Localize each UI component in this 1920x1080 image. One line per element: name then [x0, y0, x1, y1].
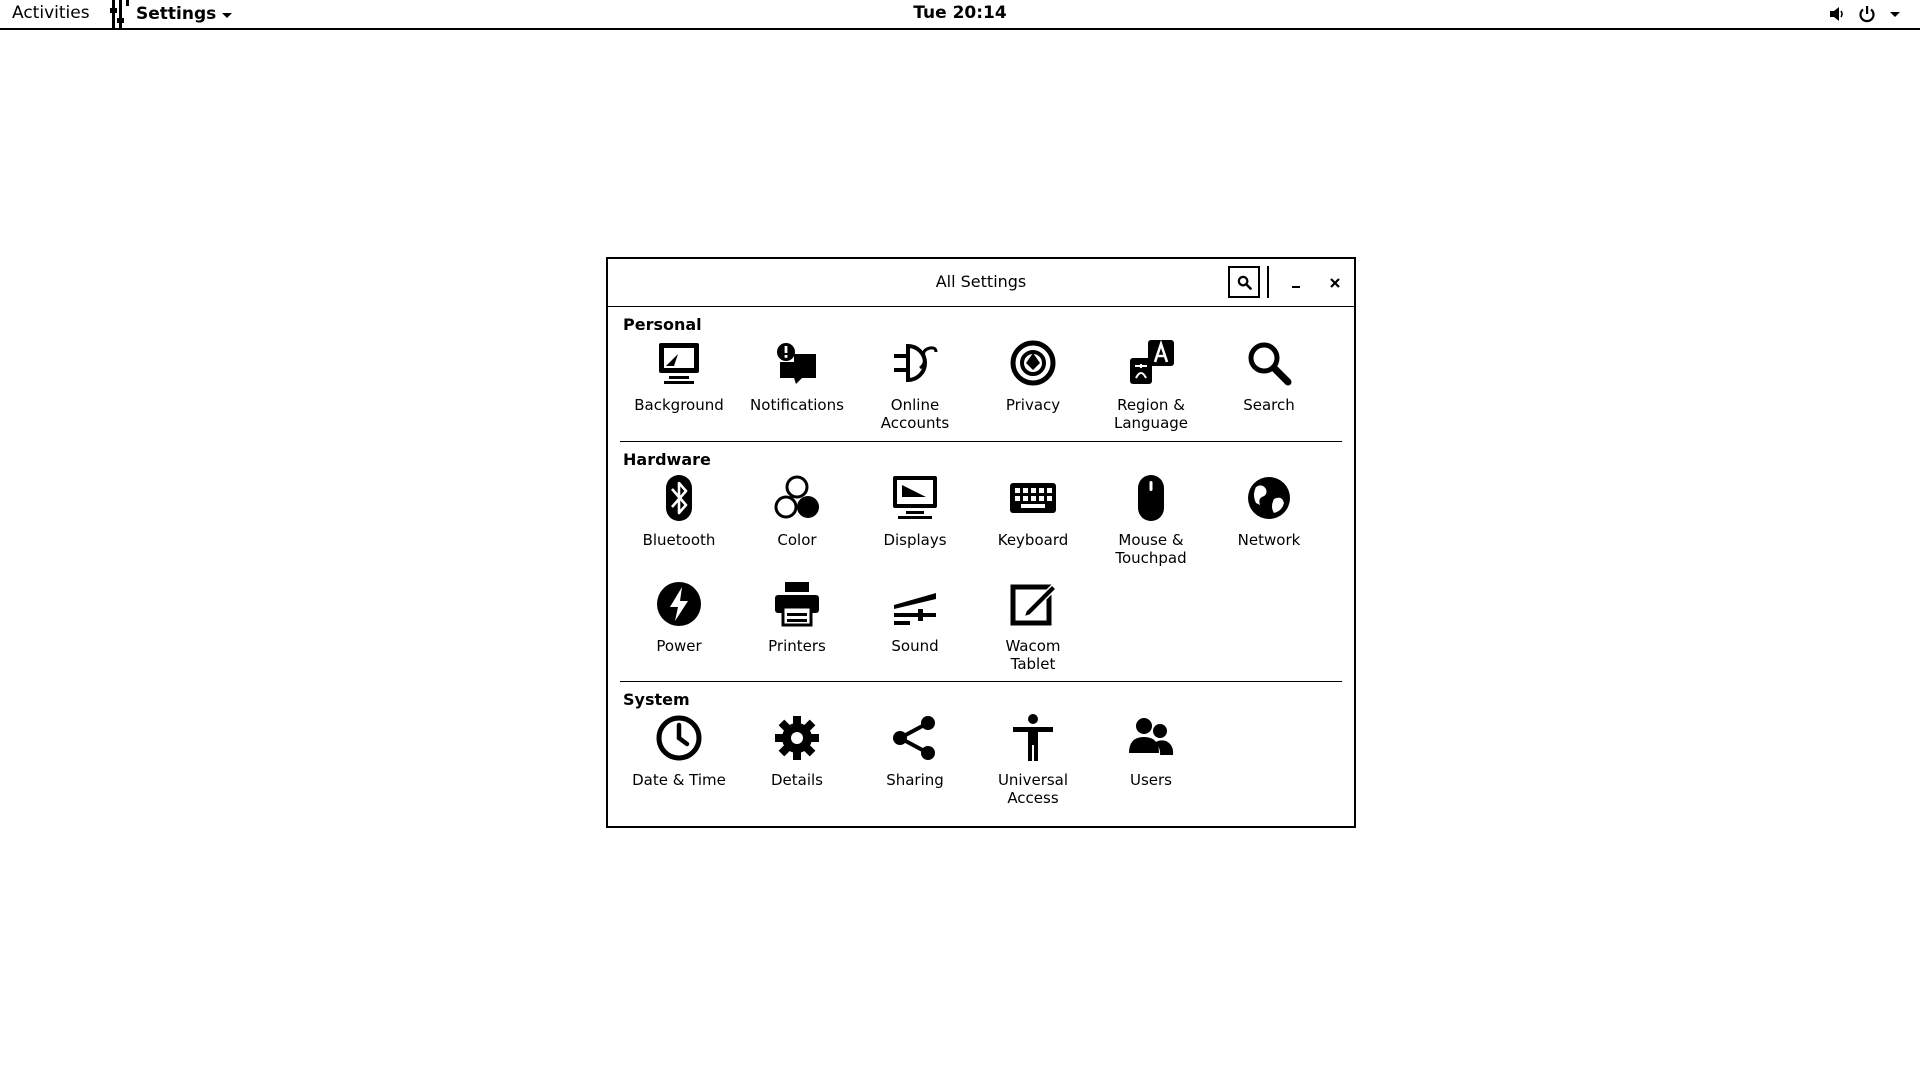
section-personal: Personal Background Notifications Online A…	[620, 315, 1342, 441]
settings-tile-universal-access[interactable]: Universal Access	[974, 710, 1092, 816]
settings-tile-displays[interactable]: Displays	[856, 470, 974, 576]
close-icon	[1330, 278, 1340, 288]
settings-tile-region-language[interactable]: Region & Language	[1092, 335, 1210, 441]
title-bar: All Settings	[608, 259, 1354, 307]
section-hardware: Hardware Bluetooth Color Displays Keyboard M…	[620, 450, 1342, 682]
privacy-icon	[1008, 338, 1058, 388]
tile-label: Date & Time	[632, 771, 726, 789]
tile-label: Mouse & Touchpad	[1115, 531, 1187, 567]
tile-label: Search	[1243, 396, 1295, 414]
tile-label: Details	[770, 771, 823, 789]
settings-tile-keyboard[interactable]: Keyboard	[974, 470, 1092, 576]
color-icon	[772, 473, 822, 523]
settings-tile-date-time[interactable]: Date & Time	[620, 710, 738, 816]
settings-tile-notifications[interactable]: Notifications	[738, 335, 856, 441]
tile-label: Displays	[883, 531, 947, 549]
tile-label: Printers	[768, 637, 826, 655]
settings-window: All Settings Personal Background Notifica…	[606, 257, 1356, 828]
tile-label: Notifications	[750, 396, 844, 414]
search-icon	[1237, 275, 1252, 290]
tile-label: Universal Access	[997, 771, 1069, 807]
minimize-icon	[1292, 286, 1300, 288]
settings-tile-users[interactable]: Users	[1092, 710, 1210, 816]
hardware-grid: Bluetooth Color Displays Keyboard Mouse & To…	[620, 470, 1342, 682]
section-divider	[620, 441, 1342, 442]
settings-tile-printers[interactable]: Printers	[738, 576, 856, 682]
settings-app-icon	[110, 0, 136, 28]
settings-tile-color[interactable]: Color	[738, 470, 856, 576]
power-icon	[654, 579, 704, 629]
tile-label: Privacy	[1005, 396, 1061, 414]
section-title: Hardware	[623, 450, 711, 469]
settings-tile-power[interactable]: Power	[620, 576, 738, 682]
chevron-down-icon[interactable]	[1888, 7, 1902, 21]
users-icon	[1126, 713, 1176, 763]
bluetooth-icon	[654, 473, 704, 523]
tile-label: Power	[656, 637, 702, 655]
accessibility-icon	[1008, 713, 1058, 763]
keyboard-icon	[1008, 473, 1058, 523]
sound-icon	[890, 579, 940, 629]
tile-label: Sharing	[886, 771, 944, 789]
displays-icon	[890, 473, 940, 523]
mouse-icon	[1126, 473, 1176, 523]
share-icon	[890, 713, 940, 763]
printer-icon	[772, 579, 822, 629]
tile-label: Network	[1237, 531, 1301, 549]
tile-label: Sound	[891, 637, 939, 655]
search-button[interactable]	[1228, 266, 1260, 298]
system-grid: Date & Time Details Sharing Universal Acces…	[620, 710, 1342, 816]
settings-tile-mouse-touchpad[interactable]: Mouse & Touchpad	[1092, 470, 1210, 576]
personal-grid: Background Notifications Online Accounts Pr…	[620, 335, 1342, 441]
clock-icon	[654, 713, 704, 763]
minimize-button[interactable]	[1284, 271, 1308, 295]
settings-tile-background[interactable]: Background	[620, 335, 738, 441]
title-separator	[1267, 266, 1269, 298]
section-title: Personal	[623, 315, 702, 334]
network-icon	[1244, 473, 1294, 523]
tile-label: Color	[777, 531, 817, 549]
power-icon[interactable]	[1858, 5, 1876, 23]
section-title: System	[623, 690, 690, 709]
clock[interactable]: Tue 20:14	[0, 3, 1920, 23]
settings-tile-search[interactable]: Search	[1210, 335, 1328, 441]
close-button[interactable]	[1323, 271, 1347, 295]
activities-button[interactable]: Activities	[12, 3, 90, 23]
tile-label: Keyboard	[997, 531, 1069, 549]
notifications-icon	[772, 338, 822, 388]
tile-label: Users	[1129, 771, 1172, 789]
tile-label: Bluetooth	[642, 531, 716, 549]
settings-tile-privacy[interactable]: Privacy	[974, 335, 1092, 441]
settings-tile-online-accounts[interactable]: Online Accounts	[856, 335, 974, 441]
settings-tile-sharing[interactable]: Sharing	[856, 710, 974, 816]
online-accounts-icon	[890, 338, 940, 388]
background-icon	[654, 338, 704, 388]
top-bar: Activities Settings Tue 20:14	[0, 0, 1920, 30]
settings-tile-details[interactable]: Details	[738, 710, 856, 816]
section-system: System Date & Time Details Sharing Universa…	[620, 690, 1342, 816]
tile-label: Wacom Tablet	[1005, 637, 1061, 673]
settings-tile-network[interactable]: Network	[1210, 470, 1328, 576]
tile-label: Online Accounts	[880, 396, 950, 432]
region-language-icon	[1126, 338, 1176, 388]
gear-icon	[772, 713, 822, 763]
wacom-tablet-icon	[1008, 579, 1058, 629]
status-area[interactable]	[1828, 5, 1902, 23]
tile-label: Background	[634, 396, 724, 414]
settings-tile-sound[interactable]: Sound	[856, 576, 974, 682]
volume-icon[interactable]	[1828, 5, 1846, 23]
chevron-down-icon	[220, 7, 234, 21]
settings-tile-bluetooth[interactable]: Bluetooth	[620, 470, 738, 576]
app-menu[interactable]: Settings	[110, 0, 234, 28]
search-icon	[1244, 338, 1294, 388]
app-menu-label: Settings	[136, 4, 217, 24]
tile-label: Region & Language	[1113, 396, 1189, 432]
settings-tile-wacom-tablet[interactable]: Wacom Tablet	[974, 576, 1092, 682]
